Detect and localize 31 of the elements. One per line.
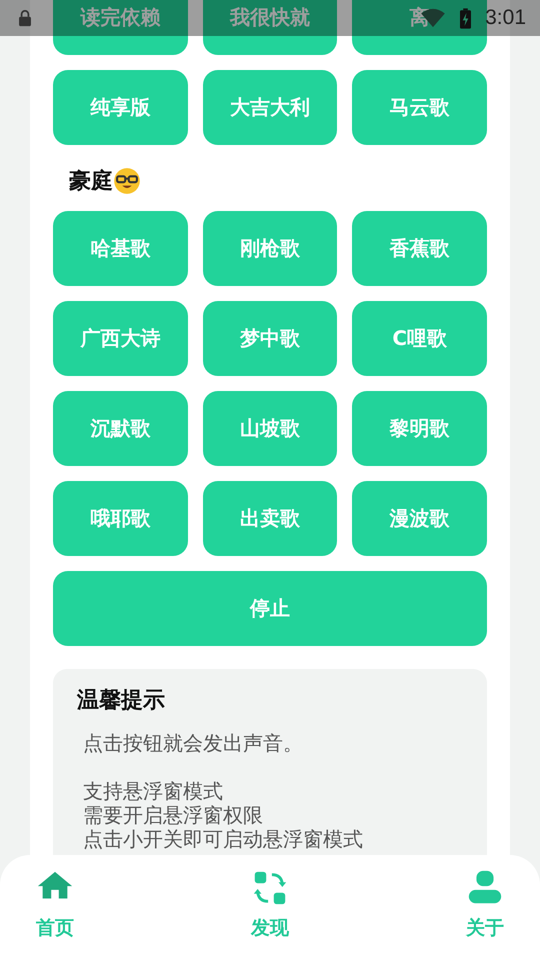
sound-button[interactable]: 哈基歌 xyxy=(53,211,188,286)
sound-button[interactable]: 沉默歌 xyxy=(53,391,188,466)
swap-icon xyxy=(251,869,289,907)
sound-button[interactable]: 刚枪歌 xyxy=(202,211,338,286)
sound-button[interactable]: 纯享版 xyxy=(53,70,188,145)
nav-tab[interactable]: 发现 xyxy=(250,855,290,960)
tips-title: 温馨提示 xyxy=(77,687,166,715)
sound-button[interactable]: 香蕉歌 xyxy=(352,211,487,286)
tips-text: 需要开启悬浮窗权限 xyxy=(83,803,263,827)
sound-button[interactable]: 漫波歌 xyxy=(352,481,487,556)
lock-icon xyxy=(18,10,32,26)
sound-button[interactable]: 读完依赖 xyxy=(53,0,188,55)
tips-text: 支持悬浮窗模式 xyxy=(83,779,223,803)
nav-tab[interactable]: 关于 xyxy=(465,855,505,960)
section-title: 豪庭 xyxy=(69,168,113,196)
sound-button[interactable]: 山坡歌 xyxy=(202,391,338,466)
emoji-icon xyxy=(113,167,141,195)
sound-button[interactable]: 我很快就 xyxy=(202,0,338,55)
sound-button[interactable]: 黎明歌 xyxy=(352,391,487,466)
sound-button[interactable]: C哩歌 xyxy=(352,301,487,376)
battery-icon xyxy=(460,8,472,28)
stop-button[interactable]: 停止 xyxy=(53,571,487,646)
sound-button[interactable]: 出卖歌 xyxy=(202,481,338,556)
tips-text: 点击小开关即可启动悬浮窗模式 xyxy=(83,827,363,851)
nav-tab[interactable]: 首页 xyxy=(35,855,75,960)
sound-button[interactable]: 大吉大利 xyxy=(202,70,338,145)
sound-button[interactable]: 梦中歌 xyxy=(202,301,338,376)
sound-button[interactable]: 广西大诗 xyxy=(53,301,188,376)
tips-text: 点击按钮就会发出声音。 xyxy=(83,731,303,755)
sound-button[interactable]: 马云歌 xyxy=(352,70,487,145)
sound-button[interactable]: 哦耶歌 xyxy=(53,481,188,556)
